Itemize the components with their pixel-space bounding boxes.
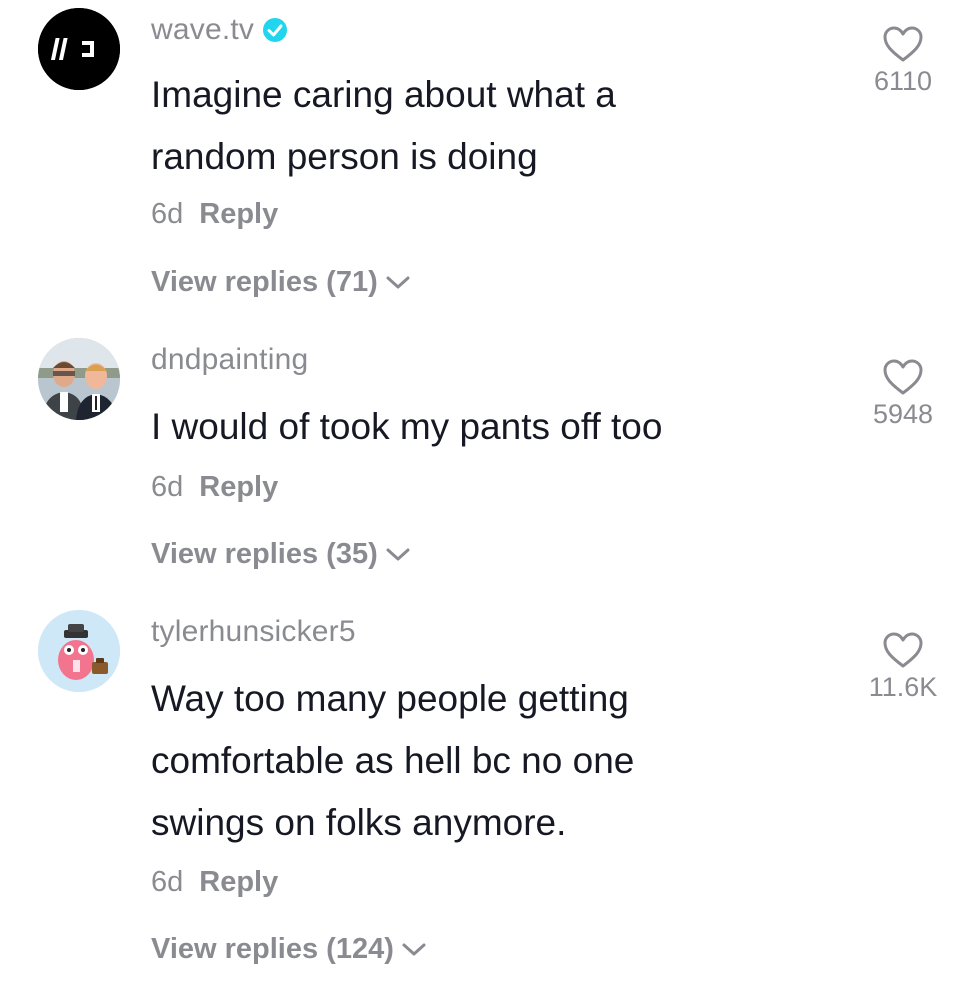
chevron-down-icon	[386, 548, 410, 561]
heart-icon[interactable]	[881, 24, 925, 64]
comment-text-line: Way too many people getting	[151, 678, 629, 719]
avatar[interactable]	[38, 338, 120, 420]
chevron-down-icon	[386, 276, 410, 289]
comment-time: 6d	[151, 865, 184, 898]
wave-logo-icon	[38, 8, 120, 90]
heart-icon[interactable]	[881, 630, 925, 670]
comment-text-line: comfortable as hell bc no one	[151, 740, 635, 781]
like-group: 11.6K	[848, 630, 958, 703]
view-replies-button[interactable]: View replies (124)	[151, 930, 428, 968]
comment-text-line: Imagine caring about what a	[151, 74, 616, 115]
cartoon-character-icon	[38, 610, 120, 692]
like-group: 5948	[848, 357, 958, 430]
like-count: 5948	[872, 399, 934, 429]
avatar[interactable]	[38, 8, 120, 90]
username[interactable]: dndpainting	[151, 343, 308, 377]
view-replies-label: View replies (35)	[151, 537, 378, 570]
view-replies-button[interactable]: View replies (35)	[151, 535, 412, 573]
view-replies-button[interactable]: View replies (71)	[151, 263, 412, 301]
comment-text-line: swings on folks anymore.	[151, 802, 567, 843]
comment-text: Imagine caring about what a random perso…	[151, 64, 801, 188]
comment-text-line: I would of took my pants off too	[151, 406, 663, 447]
reply-button[interactable]: Reply	[199, 198, 278, 231]
profile-photo	[38, 338, 120, 420]
username[interactable]: wave.tv	[151, 13, 254, 47]
comment-time: 6d	[151, 197, 184, 230]
like-group: 6110	[848, 24, 958, 97]
comment-time: 6d	[151, 470, 184, 503]
like-count: 6110	[873, 66, 933, 96]
view-replies-label: View replies (71)	[151, 265, 378, 298]
like-count: 11.6K	[868, 672, 938, 702]
comment-text: I would of took my pants off too	[151, 396, 801, 458]
comment-text: Way too many people getting comfortable …	[151, 668, 801, 854]
verified-badge-icon	[263, 18, 288, 42]
reply-button[interactable]: Reply	[199, 471, 278, 504]
heart-icon[interactable]	[881, 357, 925, 397]
chevron-down-icon	[402, 943, 426, 956]
username[interactable]: tylerhunsicker5	[151, 615, 356, 649]
comment-text-line: random person is doing	[151, 136, 538, 177]
view-replies-label: View replies (124)	[151, 932, 394, 965]
reply-button[interactable]: Reply	[199, 866, 278, 899]
avatar[interactable]	[38, 610, 120, 692]
